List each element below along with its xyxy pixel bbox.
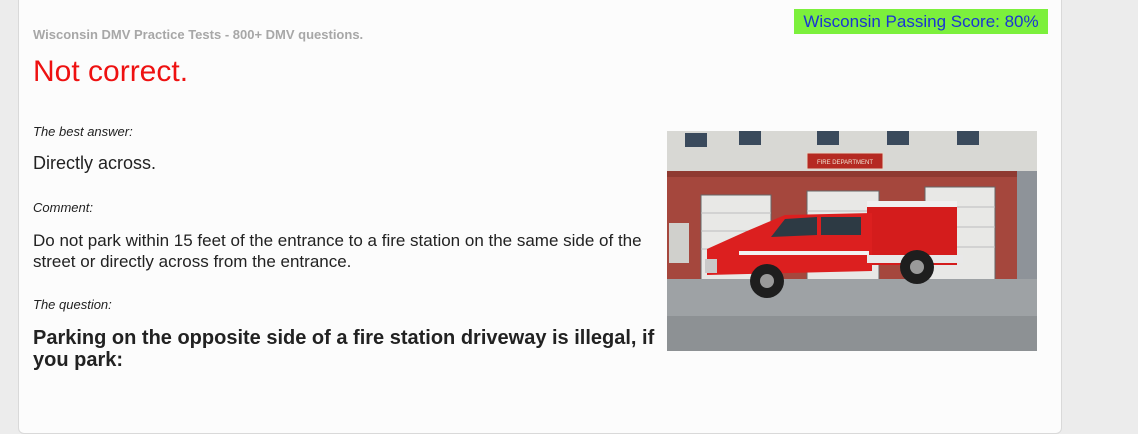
best-answer-text: Directly across. — [33, 153, 157, 173]
question-label: The question: — [33, 297, 112, 312]
svg-text:FIRE DEPARTMENT: FIRE DEPARTMENT — [817, 160, 873, 166]
comment-text: Do not park within 15 feet of the entran… — [33, 231, 642, 271]
question-text: Parking on the opposite side of a fire s… — [33, 327, 655, 371]
fire-station-photo: FIRE DEPARTMENT — [667, 131, 1037, 351]
answer-verdict: Not correct. — [33, 55, 189, 88]
best-answer-label: The best answer: — [33, 124, 133, 139]
comment-label: Comment: — [33, 200, 93, 215]
passing-score-badge: Wisconsin Passing Score: 80% — [794, 9, 1048, 34]
site-title: Wisconsin DMV Practice Tests - 800+ DMV … — [33, 27, 364, 42]
fire-truck-image: FIRE DEPARTMENT — [667, 131, 1037, 351]
